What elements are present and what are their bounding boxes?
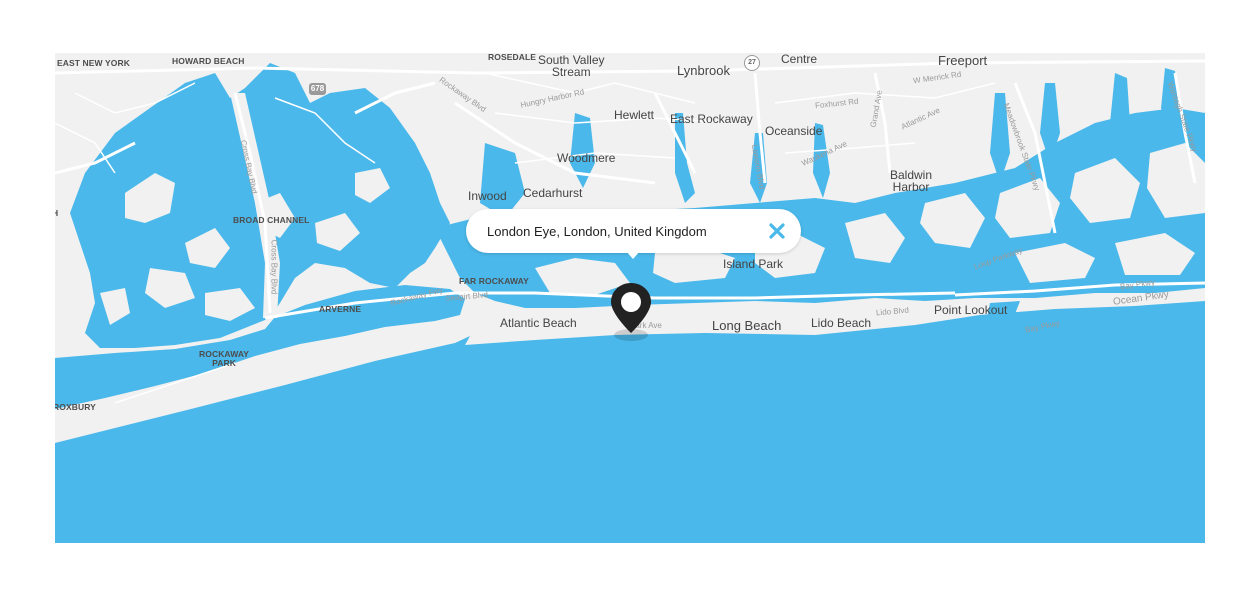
label-baldwin-harbor: Baldwin Harbor	[890, 168, 933, 194]
label-lido-beach: Lido Beach	[811, 316, 872, 330]
label-rockville-centre: Rockville Centre	[780, 53, 818, 66]
label-rosedale: ROSEDALE	[488, 53, 537, 62]
label-east-rockaway: East Rockaway	[670, 112, 753, 126]
info-window: London Eye, London, United Kingdom	[466, 209, 801, 259]
label-point-lookout: Point Lookout	[934, 303, 1008, 317]
info-window-tail	[626, 251, 640, 259]
label-long-beach: Long Beach	[712, 318, 782, 333]
label-broad-channel: BROAD CHANNEL	[233, 215, 310, 225]
label-rockaway-park: ROCKAWAY PARK	[199, 349, 250, 368]
label-far-rockaway: FAR ROCKAWAY	[459, 276, 529, 286]
label-atlantic-beach: Atlantic Beach	[500, 316, 577, 330]
label-howard-beach: HOWARD BEACH	[172, 56, 245, 66]
label-roxbury: ROXBURY	[55, 402, 96, 412]
route-shield-27: 27	[744, 55, 760, 71]
label-island-park: Island Park	[723, 257, 784, 271]
label-edge-h: H	[55, 208, 59, 218]
road-label-cross-bay-blvd-2: Cross Bay Blvd	[269, 239, 279, 295]
highway-shield-678: 678	[309, 83, 326, 95]
label-freeport: Freeport	[938, 53, 988, 68]
label-inwood: Inwood	[468, 189, 507, 203]
label-hewlett: Hewlett	[614, 108, 655, 122]
label-oceanside: Oceanside	[765, 124, 823, 138]
label-lynbrook: Lynbrook	[677, 63, 730, 78]
map-view[interactable]: EAST NEW YORK HOWARD BEACH ROSEDALE Sout…	[55, 53, 1205, 543]
label-east-new-york: EAST NEW YORK	[57, 58, 130, 68]
close-icon[interactable]	[767, 221, 787, 241]
label-arverne: ARVERNE	[319, 304, 362, 314]
label-woodmere: Woodmere	[557, 151, 616, 165]
map-pin-icon[interactable]	[608, 281, 654, 343]
info-window-address: London Eye, London, United Kingdom	[487, 224, 707, 239]
label-cedarhurst: Cedarhurst	[523, 186, 583, 200]
label-south-valley-stream: South Valley Stream	[538, 53, 605, 79]
